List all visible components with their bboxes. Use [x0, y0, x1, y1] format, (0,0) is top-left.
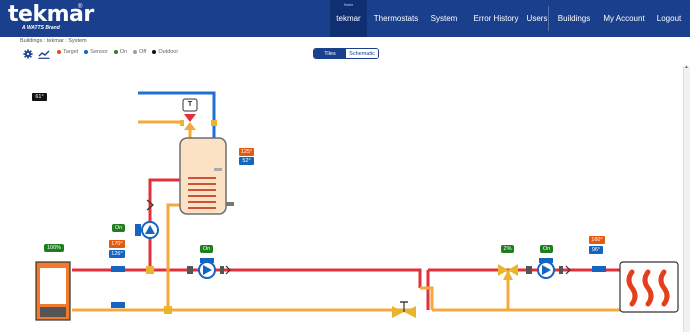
- legend-outdoor-dot: [152, 49, 157, 54]
- boiler-burner-icon: [40, 307, 66, 317]
- supply-target-label: 170°: [109, 240, 125, 248]
- boiler-pump-motor: [200, 258, 214, 263]
- system-target-label: 160°: [589, 236, 605, 244]
- valve-fitting-left: [180, 120, 184, 126]
- nav-tekmar-over: Home: [343, 3, 354, 7]
- tank-drain-icon: [226, 202, 234, 206]
- tank-sensor-label: 52°: [239, 157, 254, 165]
- valve-fitting-right: [211, 120, 217, 126]
- supply-sensor-label: 126°: [109, 250, 125, 258]
- legend-on: On: [113, 49, 128, 55]
- top-navbar: tekmar ® A WATTS Brand Home tekmar Therm…: [0, 0, 690, 37]
- nav-error-history[interactable]: Error History: [466, 0, 526, 37]
- mixing-valve-badge: 2%: [501, 245, 514, 253]
- nav-users[interactable]: Users: [524, 0, 550, 37]
- nav-buildings-label: Buildings: [557, 14, 591, 23]
- tee-fitting: [146, 266, 154, 274]
- nav-thermostats[interactable]: Thermostats: [369, 0, 423, 37]
- legend-outdoor: Outdoor: [152, 49, 178, 55]
- legend-on-label: On: [119, 49, 128, 55]
- nav-tekmar[interactable]: Home tekmar: [330, 0, 367, 37]
- nav-logout-label: Logout: [656, 14, 682, 23]
- legend-target: Target: [57, 49, 78, 55]
- system-pump-flange-right: [559, 266, 563, 274]
- dhw-pump-status-badge: On: [112, 224, 125, 232]
- nav-system[interactable]: System: [424, 0, 464, 37]
- boiler-supply-pipe: [72, 268, 422, 288]
- dhw-return-pipe: [166, 203, 184, 310]
- legend-target-dot: [57, 49, 61, 54]
- legend-off: Off: [133, 49, 146, 55]
- system-pump-motor: [539, 258, 553, 263]
- gear-icon[interactable]: [22, 49, 34, 59]
- nav-my-account[interactable]: My Account: [600, 0, 648, 37]
- legend-off-dot: [133, 49, 138, 54]
- scroll-up-arrow-icon[interactable]: ▲: [684, 64, 689, 70]
- tempering-valve-icon[interactable]: [184, 114, 196, 122]
- breadcrumb[interactable]: Buildings : tekmar : System: [20, 38, 87, 44]
- boiler-pump-flange-right: [220, 266, 224, 274]
- status-legend: Target Sensor On Off Outdoor: [57, 49, 178, 55]
- system-sensor-label: 96°: [589, 246, 603, 254]
- logo-registered-mark: ®: [78, 4, 83, 10]
- return-sensor-icon: [111, 302, 125, 308]
- legend-off-label: Off: [139, 49, 147, 55]
- supply-sensor-icon: [111, 266, 125, 272]
- tekmar-logo[interactable]: tekmar ® A WATTS Brand: [8, 2, 94, 34]
- nav-buildings[interactable]: Buildings: [552, 0, 596, 37]
- view-toggle: Tiles Schematic: [313, 48, 379, 59]
- vertical-scrollbar[interactable]: [683, 66, 690, 332]
- nav-system-label: System: [430, 14, 458, 23]
- boiler-pump-status-badge: On: [200, 245, 213, 253]
- nav-tekmar-label: tekmar: [336, 14, 361, 23]
- logo-subtitle: A WATTS Brand: [22, 25, 60, 31]
- boiler-window: [40, 268, 66, 304]
- nav-logout[interactable]: Logout: [652, 0, 686, 37]
- legend-sensor-label: Sensor: [90, 49, 108, 55]
- nav-users-label: Users: [526, 14, 548, 23]
- boiler-pump-flange-left: [187, 266, 193, 274]
- legend-outdoor-label: Outdoor: [158, 49, 179, 55]
- tank-target-label: 125°: [239, 148, 254, 156]
- system-sensor-icon: [592, 266, 606, 272]
- legend-sensor-dot: [84, 49, 89, 54]
- system-pump-flange-left: [526, 266, 532, 274]
- boiler-modulation-badge: 100%: [44, 244, 64, 252]
- system-schematic: [35, 91, 679, 321]
- schematic-toggle-button[interactable]: Schematic: [346, 49, 378, 58]
- outdoor-temp-label: 61°: [32, 93, 47, 101]
- legend-target-label: Target: [63, 49, 79, 55]
- tank-sensor-well-icon: [214, 168, 222, 171]
- nav-my-account-label: My Account: [603, 14, 645, 23]
- nav-error-history-label: Error History: [473, 14, 519, 23]
- legend-sensor: Sensor: [84, 49, 108, 55]
- nav-thermostats-label: Thermostats: [373, 14, 419, 23]
- dhw-pump-motor: [135, 224, 141, 236]
- tiles-toggle-button[interactable]: Tiles: [314, 49, 346, 58]
- nav-separator: [548, 6, 549, 31]
- thermostat-label: T: [187, 101, 193, 108]
- tempering-valve-lower-icon: [184, 122, 196, 130]
- system-pump-status-badge: On: [540, 245, 553, 253]
- tee-fitting-return: [164, 306, 172, 314]
- legend-on-dot: [113, 49, 118, 54]
- mixing-return-link-pipe: [420, 286, 434, 310]
- trend-chart-icon[interactable]: [38, 49, 50, 59]
